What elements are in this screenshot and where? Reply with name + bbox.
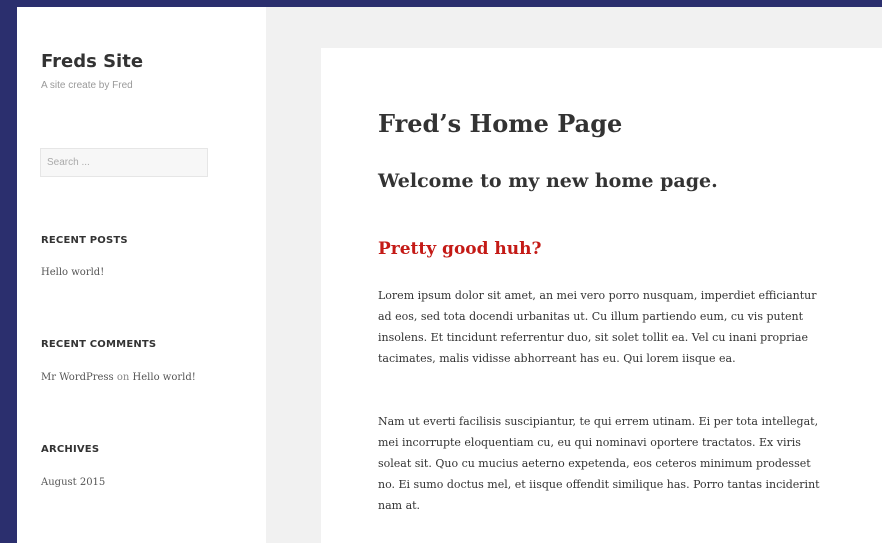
comment-author-link[interactable]: Mr WordPress [41,372,114,383]
comment-post-link[interactable]: Hello world! [133,372,196,383]
paragraph-2: Nam ut everti facilisis suscipiantur, te… [378,415,820,512]
comment-connector: on [116,372,130,383]
site-title[interactable]: Freds Site [41,51,143,72]
subheading: Pretty good huh? [378,239,542,259]
paragraph-1: Lorem ipsum dolor sit amet, an mei vero … [378,289,817,365]
recent-comment-item: Mr WordPress on Hello world! [41,372,196,383]
main-content: Fred’s Home Page Welcome to my new home … [321,48,882,543]
recent-posts-heading: RECENT POSTS [41,235,128,246]
page-title: Fred’s Home Page [378,109,623,138]
browser-viewport: Freds Site A site create by Fred Search … [17,7,882,543]
recent-comments-heading: RECENT COMMENTS [41,339,157,350]
sidebar: Freds Site A site create by Fred Search … [17,7,266,543]
search-input[interactable]: Search ... [40,148,208,177]
archive-link[interactable]: August 2015 [41,477,105,488]
archives-heading: ARCHIVES [41,444,100,455]
welcome-heading: Welcome to my new home page. [378,170,718,192]
site-description: A site create by Fred [41,80,133,91]
recent-post-link[interactable]: Hello world! [41,267,104,278]
